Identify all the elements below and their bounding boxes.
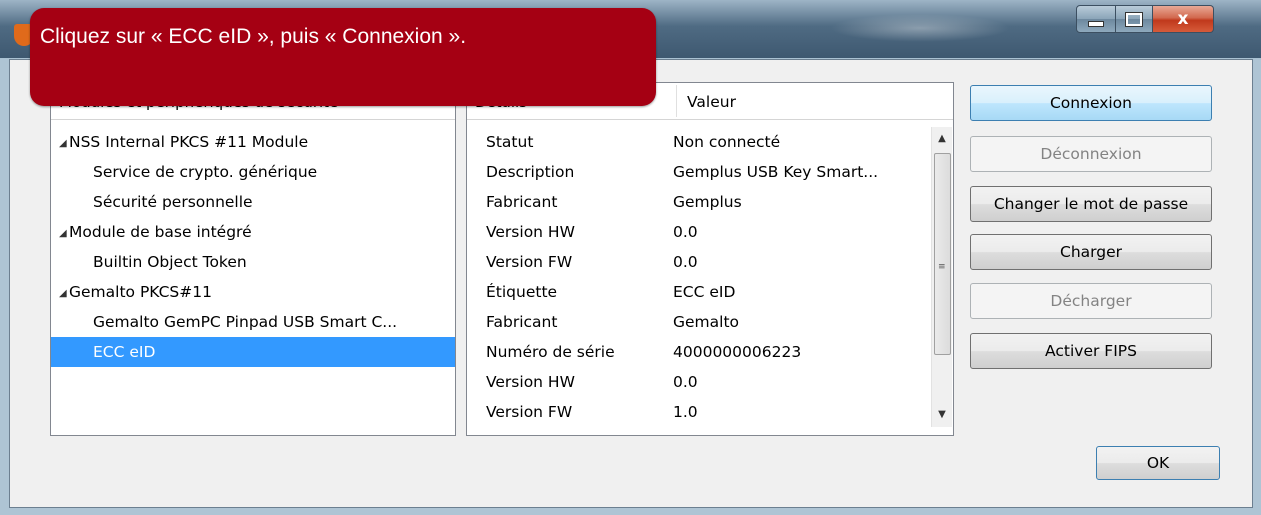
- maximize-button[interactable]: [1116, 5, 1153, 33]
- table-row[interactable]: Description Gemplus USB Key Smart...: [467, 157, 927, 187]
- change-password-button-label: Changer le mot de passe: [993, 195, 1189, 213]
- detail-value: Gemplus: [673, 193, 742, 211]
- instruction-text: Cliquez sur « ECC eID », puis « Connexio…: [40, 25, 467, 48]
- dialog-client-area: Modules et périphériques de sécurité ◢NS…: [9, 59, 1253, 508]
- detail-value: 0.0: [673, 253, 698, 271]
- ok-button-label: OK: [1146, 454, 1170, 472]
- detail-value: 0.0: [673, 223, 698, 241]
- load-button[interactable]: Charger: [970, 234, 1212, 270]
- column-separator[interactable]: [676, 85, 677, 117]
- expanded-triangle-icon[interactable]: ◢: [59, 219, 69, 249]
- tree-item-label: Service de crypto. générique: [93, 163, 318, 181]
- detail-value: 4000000006223: [673, 343, 802, 361]
- table-row[interactable]: Statut Non connecté: [467, 127, 927, 157]
- scroll-up-arrow-icon[interactable]: ▲: [936, 133, 948, 144]
- tree-rows: ◢ NSS Internal PKCS #11 Module Service de…: [51, 127, 455, 367]
- tree-item-label: Gemalto GemPC Pinpad USB Smart C...: [93, 313, 398, 331]
- connect-button-label: Connexion: [1049, 94, 1132, 112]
- expanded-triangle-icon[interactable]: ◢: [59, 129, 69, 159]
- detail-key: Version HW: [486, 223, 575, 241]
- table-row[interactable]: Fabricant Gemplus: [467, 187, 927, 217]
- scrollbar-thumb[interactable]: ≡: [934, 153, 951, 355]
- maximize-icon: [1125, 11, 1143, 27]
- detail-key: Fabricant: [486, 193, 558, 211]
- tree-item-label: Sécurité personnelle: [93, 193, 253, 211]
- detail-key: Statut: [486, 133, 534, 151]
- table-row[interactable]: Version FW 0.0: [467, 247, 927, 277]
- enable-fips-button[interactable]: Activer FIPS: [970, 333, 1212, 369]
- details-scrollbar[interactable]: ▲ ≡ ▼: [931, 127, 952, 427]
- detail-key: Description: [486, 163, 575, 181]
- table-row[interactable]: Numéro de série 4000000006223: [467, 337, 927, 367]
- table-row[interactable]: Version HW 0.0: [467, 217, 927, 247]
- instruction-callout: Cliquez sur « ECC eID », puis « Connexio…: [30, 8, 656, 106]
- tree-item-label: Gemalto PKCS#11: [69, 283, 212, 301]
- table-row[interactable]: Fabricant Gemalto: [467, 307, 927, 337]
- detail-key: Version FW: [486, 403, 573, 421]
- tree-item-gemalto-pkcs11[interactable]: ◢ Gemalto PKCS#11: [51, 277, 455, 307]
- tree-item-label: Builtin Object Token: [93, 253, 247, 271]
- tree-item-nss-internal-module[interactable]: ◢ NSS Internal PKCS #11 Module: [51, 127, 455, 157]
- unload-button-label: Décharger: [1050, 292, 1132, 310]
- table-row[interactable]: Étiquette ECC eID: [467, 277, 927, 307]
- detail-key: Version HW: [486, 373, 575, 391]
- detail-value: Non connecté: [673, 133, 781, 151]
- expanded-triangle-icon[interactable]: ◢: [59, 279, 69, 309]
- scroll-down-arrow-icon[interactable]: ▼: [936, 409, 948, 420]
- value-column-header-label[interactable]: Valeur: [687, 93, 736, 111]
- change-password-button[interactable]: Changer le mot de passe: [970, 186, 1212, 222]
- detail-value: 1.0: [673, 403, 698, 421]
- title-glow: [830, 14, 1010, 42]
- grip-icon: ≡: [938, 262, 946, 272]
- connect-button[interactable]: Connexion: [970, 85, 1212, 121]
- detail-value: Gemplus USB Key Smart...: [673, 163, 879, 181]
- table-row[interactable]: Version HW 0.0: [467, 367, 927, 397]
- disconnect-button-label: Déconnexion: [1040, 145, 1142, 163]
- tree-item-label: Module de base intégré: [69, 223, 252, 241]
- minimize-icon: [1088, 21, 1104, 27]
- table-row[interactable]: Version FW 1.0: [467, 397, 927, 427]
- close-button[interactable]: x: [1153, 5, 1214, 33]
- window-controls: x: [1076, 5, 1214, 33]
- tree-item-builtin-object-token[interactable]: Builtin Object Token: [51, 247, 455, 277]
- detail-key: Fabricant: [486, 313, 558, 331]
- detail-value: 0.0: [673, 373, 698, 391]
- detail-key: Numéro de série: [486, 343, 615, 361]
- disconnect-button[interactable]: Déconnexion: [970, 136, 1212, 172]
- detail-value: ECC eID: [673, 283, 736, 301]
- tree-item-gemalto-gempc-pinpad[interactable]: Gemalto GemPC Pinpad USB Smart C...: [51, 307, 455, 337]
- enable-fips-button-label: Activer FIPS: [1045, 342, 1137, 360]
- detail-key: Version FW: [486, 253, 573, 271]
- tree-item-generic-crypto-service[interactable]: Service de crypto. générique: [51, 157, 455, 187]
- details-table[interactable]: Détails Valeur StatutNon connecté Descri…: [466, 82, 954, 436]
- tree-item-builtin-module[interactable]: ◢ Module de base intégré: [51, 217, 455, 247]
- detail-value: Gemalto: [673, 313, 740, 331]
- security-devices-tree[interactable]: Modules et périphériques de sécurité ◢NS…: [50, 82, 456, 436]
- details-rows: Statut Non connecté Description Gemplus US…: [467, 127, 927, 427]
- minimize-button[interactable]: [1076, 5, 1116, 33]
- load-button-label: Charger: [1060, 243, 1122, 261]
- tree-item-label: NSS Internal PKCS #11 Module: [69, 133, 309, 151]
- tree-item-personal-security[interactable]: Sécurité personnelle: [51, 187, 455, 217]
- tree-item-ecc-eid[interactable]: ECC eID: [51, 337, 455, 367]
- tree-item-label: ECC eID: [93, 343, 156, 361]
- detail-key: Étiquette: [486, 283, 558, 301]
- unload-button[interactable]: Décharger: [970, 283, 1212, 319]
- ok-button[interactable]: OK: [1096, 446, 1220, 480]
- close-icon: x: [1177, 9, 1189, 29]
